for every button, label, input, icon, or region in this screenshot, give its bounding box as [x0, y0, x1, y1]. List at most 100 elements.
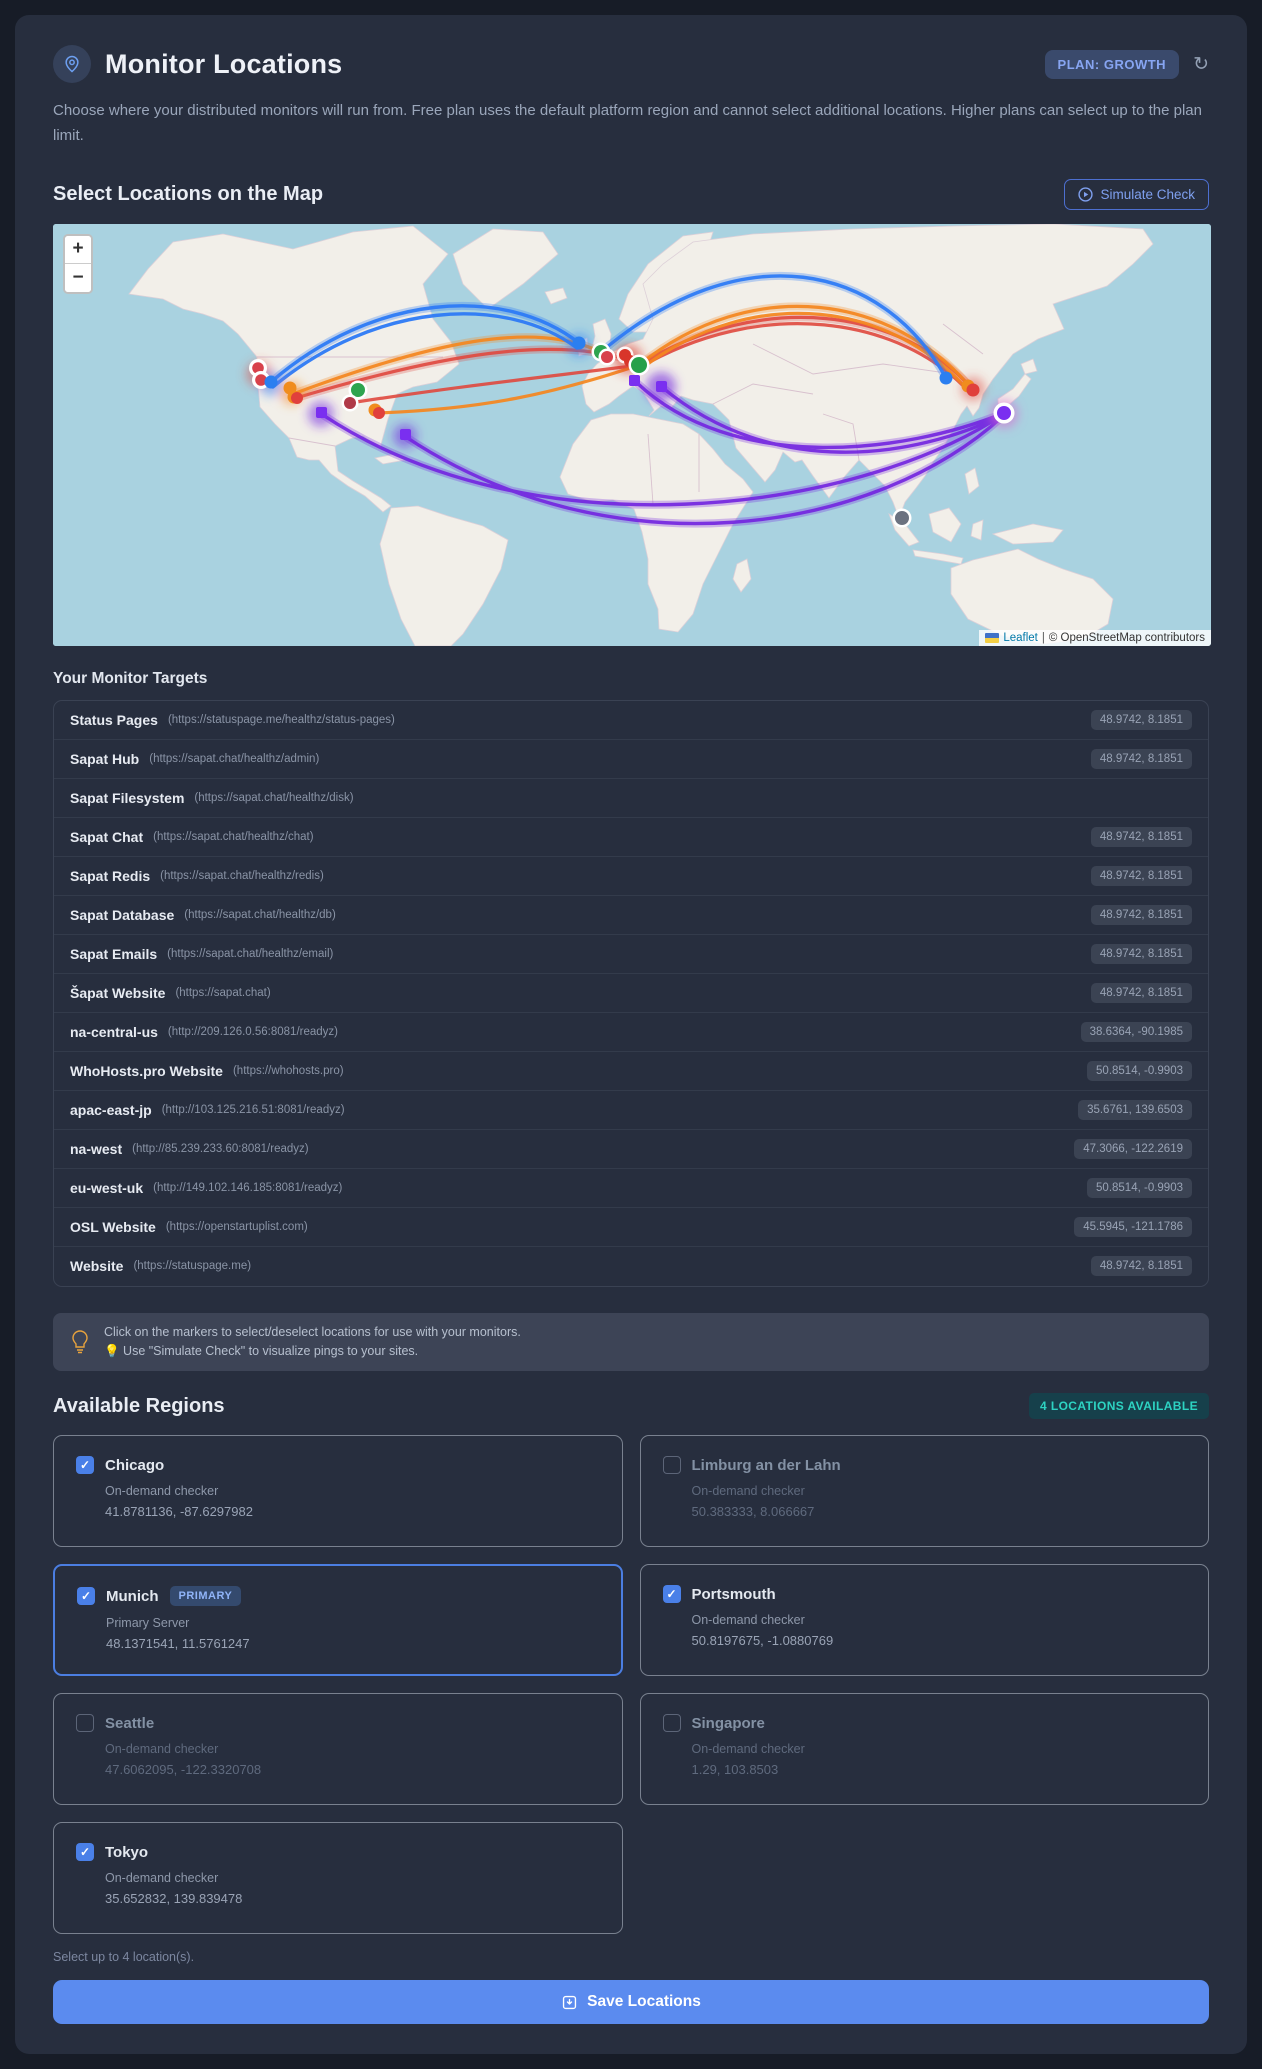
map-marker-na-central-us[interactable] [341, 394, 359, 411]
zoom-in-button[interactable]: + [65, 235, 91, 264]
target-name: Website [70, 1258, 124, 1274]
region-card-singapore[interactable]: Singapore On-demand checker 1.29, 103.85… [639, 1693, 1209, 1806]
region-desc: On-demand checker [691, 1742, 805, 1757]
target-url: (http://85.239.233.60:8081/readyz) [132, 1142, 309, 1155]
target-name: Sapat Redis [70, 867, 151, 884]
target-row: WhoHosts.pro Website (https://whohosts.pr… [54, 1052, 1208, 1091]
map-marker-tokyo[interactable] [993, 402, 1015, 423]
region-coords: 48.1371541, 11.5761247 [106, 1636, 250, 1652]
map-marker-purple-us-2[interactable] [400, 428, 411, 440]
play-circle-icon [1078, 186, 1094, 202]
map-marker-singapore[interactable] [892, 508, 912, 527]
primary-badge: PRIMARY [169, 1586, 242, 1607]
target-url: (https://sapat.chat/healthz/db) [184, 908, 336, 921]
zoom-out-button[interactable]: − [65, 263, 91, 292]
target-coords-badge: 48.9742, 8.1851 [1090, 943, 1192, 964]
region-desc: On-demand checker [105, 1871, 219, 1886]
target-row: OSL Website (https://openstartuplist.com)… [54, 1208, 1208, 1247]
target-url: (https://openstartuplist.com) [165, 1220, 308, 1233]
target-name: Sapat Database [70, 906, 175, 923]
target-row: Sapat Redis (https://sapat.chat/healthz/r… [54, 857, 1208, 896]
region-checkbox-tokyo[interactable] [76, 1843, 94, 1862]
map-attribution: Leaflet | © OpenStreetMap contributors [979, 629, 1211, 646]
regions-grid: Chicago On-demand checker 41.8781136, -8… [53, 1435, 1209, 1935]
map-marker-red-1[interactable] [291, 391, 303, 404]
map-marker-eu-blue[interactable] [572, 336, 586, 349]
target-row: Sapat Chat (https://sapat.chat/healthz/ch… [54, 818, 1208, 857]
page-title: Monitor Locations [105, 48, 343, 79]
region-name: Singapore [691, 1714, 765, 1732]
simulate-check-label: Simulate Check [1100, 186, 1195, 202]
region-desc: Primary Server [106, 1616, 190, 1631]
region-coords: 47.6062095, -122.3320708 [105, 1762, 262, 1778]
target-coords-badge: 48.9742, 8.1851 [1090, 982, 1192, 1003]
map-canvas [53, 223, 1211, 646]
region-card-tokyo[interactable]: Tokyo On-demand checker 35.652832, 139.8… [53, 1822, 623, 1935]
map-marker-purple-eu-1[interactable] [629, 374, 640, 386]
region-checkbox-munich[interactable] [77, 1587, 95, 1606]
osm-attribution[interactable]: © OpenStreetMap contributors [1049, 632, 1205, 644]
target-name: na-west [70, 1140, 123, 1157]
region-coords: 41.8781136, -87.6297982 [105, 1504, 253, 1520]
region-desc: On-demand checker [691, 1613, 805, 1628]
region-card-portsmouth[interactable]: Portsmouth On-demand checker 50.8197675,… [639, 1564, 1209, 1677]
target-name: na-central-us [70, 1023, 158, 1040]
region-checkbox-chicago[interactable] [76, 1456, 94, 1475]
region-checkbox-portsmouth[interactable] [662, 1585, 681, 1604]
target-url: (https://sapat.chat/healthz/chat) [153, 830, 314, 843]
map-marker-purple-eu-2[interactable] [656, 380, 667, 392]
target-coords-badge: 50.8514, -0.9903 [1087, 1177, 1192, 1198]
region-card-munich[interactable]: Munich PRIMARY Primary Server 48.1371541… [53, 1564, 623, 1677]
header: Monitor Locations PLAN: GROWTH ↻ [53, 45, 1209, 83]
map-marker-munich[interactable] [628, 354, 650, 375]
limit-note: Select up to 4 location(s). [53, 1950, 195, 1965]
target-name: apac-east-jp [70, 1101, 152, 1118]
ukraine-flag-icon [985, 632, 1000, 643]
region-name: Munich [106, 1587, 159, 1605]
region-card-chicago[interactable]: Chicago On-demand checker 41.8781136, -8… [53, 1435, 623, 1548]
region-coords: 1.29, 103.8503 [691, 1762, 779, 1778]
target-coords-badge: 48.9742, 8.1851 [1090, 904, 1192, 925]
target-row: na-west (http://85.239.233.60:8081/readyz… [54, 1130, 1208, 1169]
target-row: Šapat Website (https://sapat.chat) 48.9742… [54, 974, 1208, 1013]
target-url: (https://sapat.chat/healthz/redis) [160, 869, 324, 882]
region-card-seattle[interactable]: Seattle On-demand checker 47.6062095, -1… [53, 1693, 623, 1806]
world-map[interactable]: + − Leaflet | © OpenStreetMap contributo… [53, 223, 1211, 646]
target-name: WhoHosts.pro Website [70, 1062, 223, 1079]
target-coords-badge: 48.9742, 8.1851 [1090, 709, 1192, 730]
region-coords: 35.652832, 139.839478 [105, 1891, 243, 1907]
map-zoom-control[interactable]: + − [63, 233, 93, 294]
map-marker-red-2[interactable] [373, 406, 385, 419]
map-marker-purple-us-1[interactable] [316, 406, 327, 418]
target-row: na-central-us (http://209.126.0.56:8081/r… [54, 1013, 1208, 1052]
target-coords-badge: 48.9742, 8.1851 [1090, 826, 1192, 847]
region-card-limburg[interactable]: Limburg an der Lahn On-demand checker 50… [639, 1435, 1209, 1548]
region-checkbox-singapore[interactable] [662, 1714, 681, 1733]
target-row: Status Pages (https://statuspage.me/healt… [54, 701, 1208, 740]
target-row: eu-west-uk (http://149.102.146.185:8081/r… [54, 1169, 1208, 1208]
map-marker-na-west[interactable] [264, 375, 278, 388]
targets-list: Status Pages (https://statuspage.me/healt… [53, 699, 1209, 1287]
map-marker-portsmouth[interactable] [598, 348, 616, 365]
simulate-check-button[interactable]: Simulate Check [1064, 178, 1209, 210]
target-coords-badge: 47.3066, -122.2619 [1074, 1138, 1192, 1159]
target-row: Sapat Emails (https://sapat.chat/healthz/… [54, 935, 1208, 974]
target-row: Sapat Database (https://sapat.chat/health… [54, 896, 1208, 935]
locations-available-badge: 4 LOCATIONS AVAILABLE [1029, 1393, 1209, 1420]
refresh-icon[interactable]: ↻ [1193, 55, 1209, 74]
target-coords-badge: 48.9742, 8.1851 [1090, 748, 1192, 769]
target-row: Sapat Hub (https://sapat.chat/healthz/adm… [54, 740, 1208, 779]
map-marker-asia-blue[interactable] [939, 371, 953, 384]
target-coords-badge: 45.5945, -121.1786 [1074, 1216, 1192, 1237]
region-desc: On-demand checker [691, 1484, 805, 1499]
save-locations-button[interactable]: Save Locations [53, 1980, 1209, 2025]
target-name: eu-west-uk [70, 1179, 144, 1196]
target-url: (https://sapat.chat) [175, 986, 271, 999]
leaflet-link[interactable]: Leaflet [1003, 632, 1038, 644]
map-marker-asia-red[interactable] [966, 383, 980, 396]
map-section-title: Select Locations on the Map [53, 182, 324, 205]
target-url: (https://sapat.chat/healthz/disk) [194, 791, 354, 804]
region-checkbox-seattle[interactable] [76, 1714, 94, 1733]
region-checkbox-limburg[interactable] [662, 1456, 681, 1475]
target-url: (https://sapat.chat/healthz/email) [167, 947, 334, 960]
